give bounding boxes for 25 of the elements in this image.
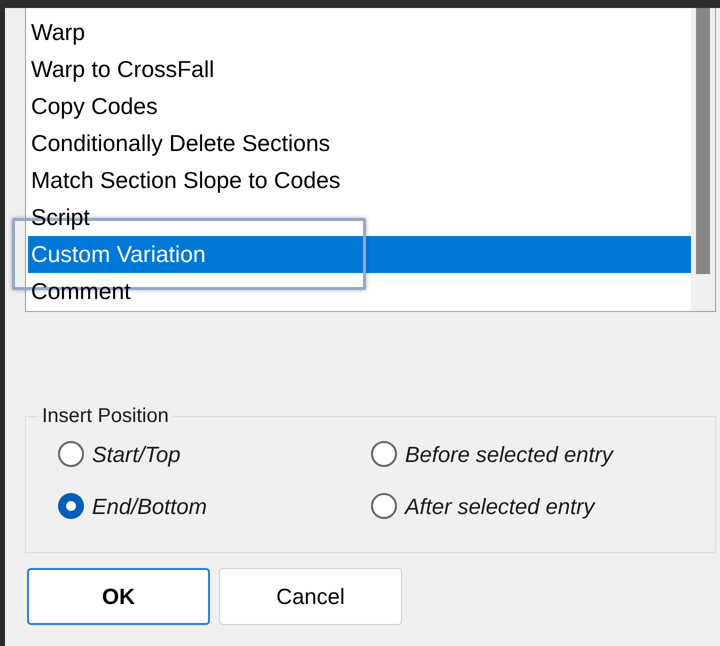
dialog-button[interactable]: OK bbox=[27, 568, 210, 625]
radio-label: End/Bottom bbox=[92, 492, 207, 520]
radio-option[interactable]: Before selected entry bbox=[371, 439, 613, 469]
group-title: Insert Position bbox=[41, 404, 170, 429]
list-item[interactable]: Match Section Slope to Codes bbox=[28, 162, 691, 199]
radio-label: Start/Top bbox=[92, 440, 180, 469]
list-item[interactable]: Custom Variation bbox=[28, 236, 691, 273]
radio-label: Before selected entry bbox=[405, 440, 613, 468]
scrollbar[interactable] bbox=[691, 8, 715, 311]
scrollbar-thumb[interactable] bbox=[696, 8, 710, 274]
radio-button[interactable] bbox=[371, 441, 397, 467]
list-item[interactable]: Script bbox=[28, 199, 691, 236]
radio-label: After selected entry bbox=[405, 492, 595, 521]
list-item[interactable]: Warp bbox=[28, 14, 691, 51]
list-item[interactable]: Warp to CrossFall bbox=[28, 51, 691, 88]
radio-option[interactable]: After selected entry bbox=[371, 491, 595, 521]
radio-button[interactable] bbox=[58, 441, 84, 467]
list-item[interactable]: Copy Codes bbox=[28, 88, 691, 125]
radio-button[interactable] bbox=[371, 493, 397, 519]
list-item[interactable]: Comment bbox=[28, 273, 691, 310]
radio-option[interactable]: Start/Top bbox=[58, 439, 180, 469]
radio-button[interactable] bbox=[58, 493, 84, 519]
radio-option[interactable]: End/Bottom bbox=[58, 491, 207, 521]
dialog-button[interactable]: Cancel bbox=[219, 568, 402, 625]
list-item[interactable]: Conditionally Delete Sections bbox=[28, 125, 691, 162]
